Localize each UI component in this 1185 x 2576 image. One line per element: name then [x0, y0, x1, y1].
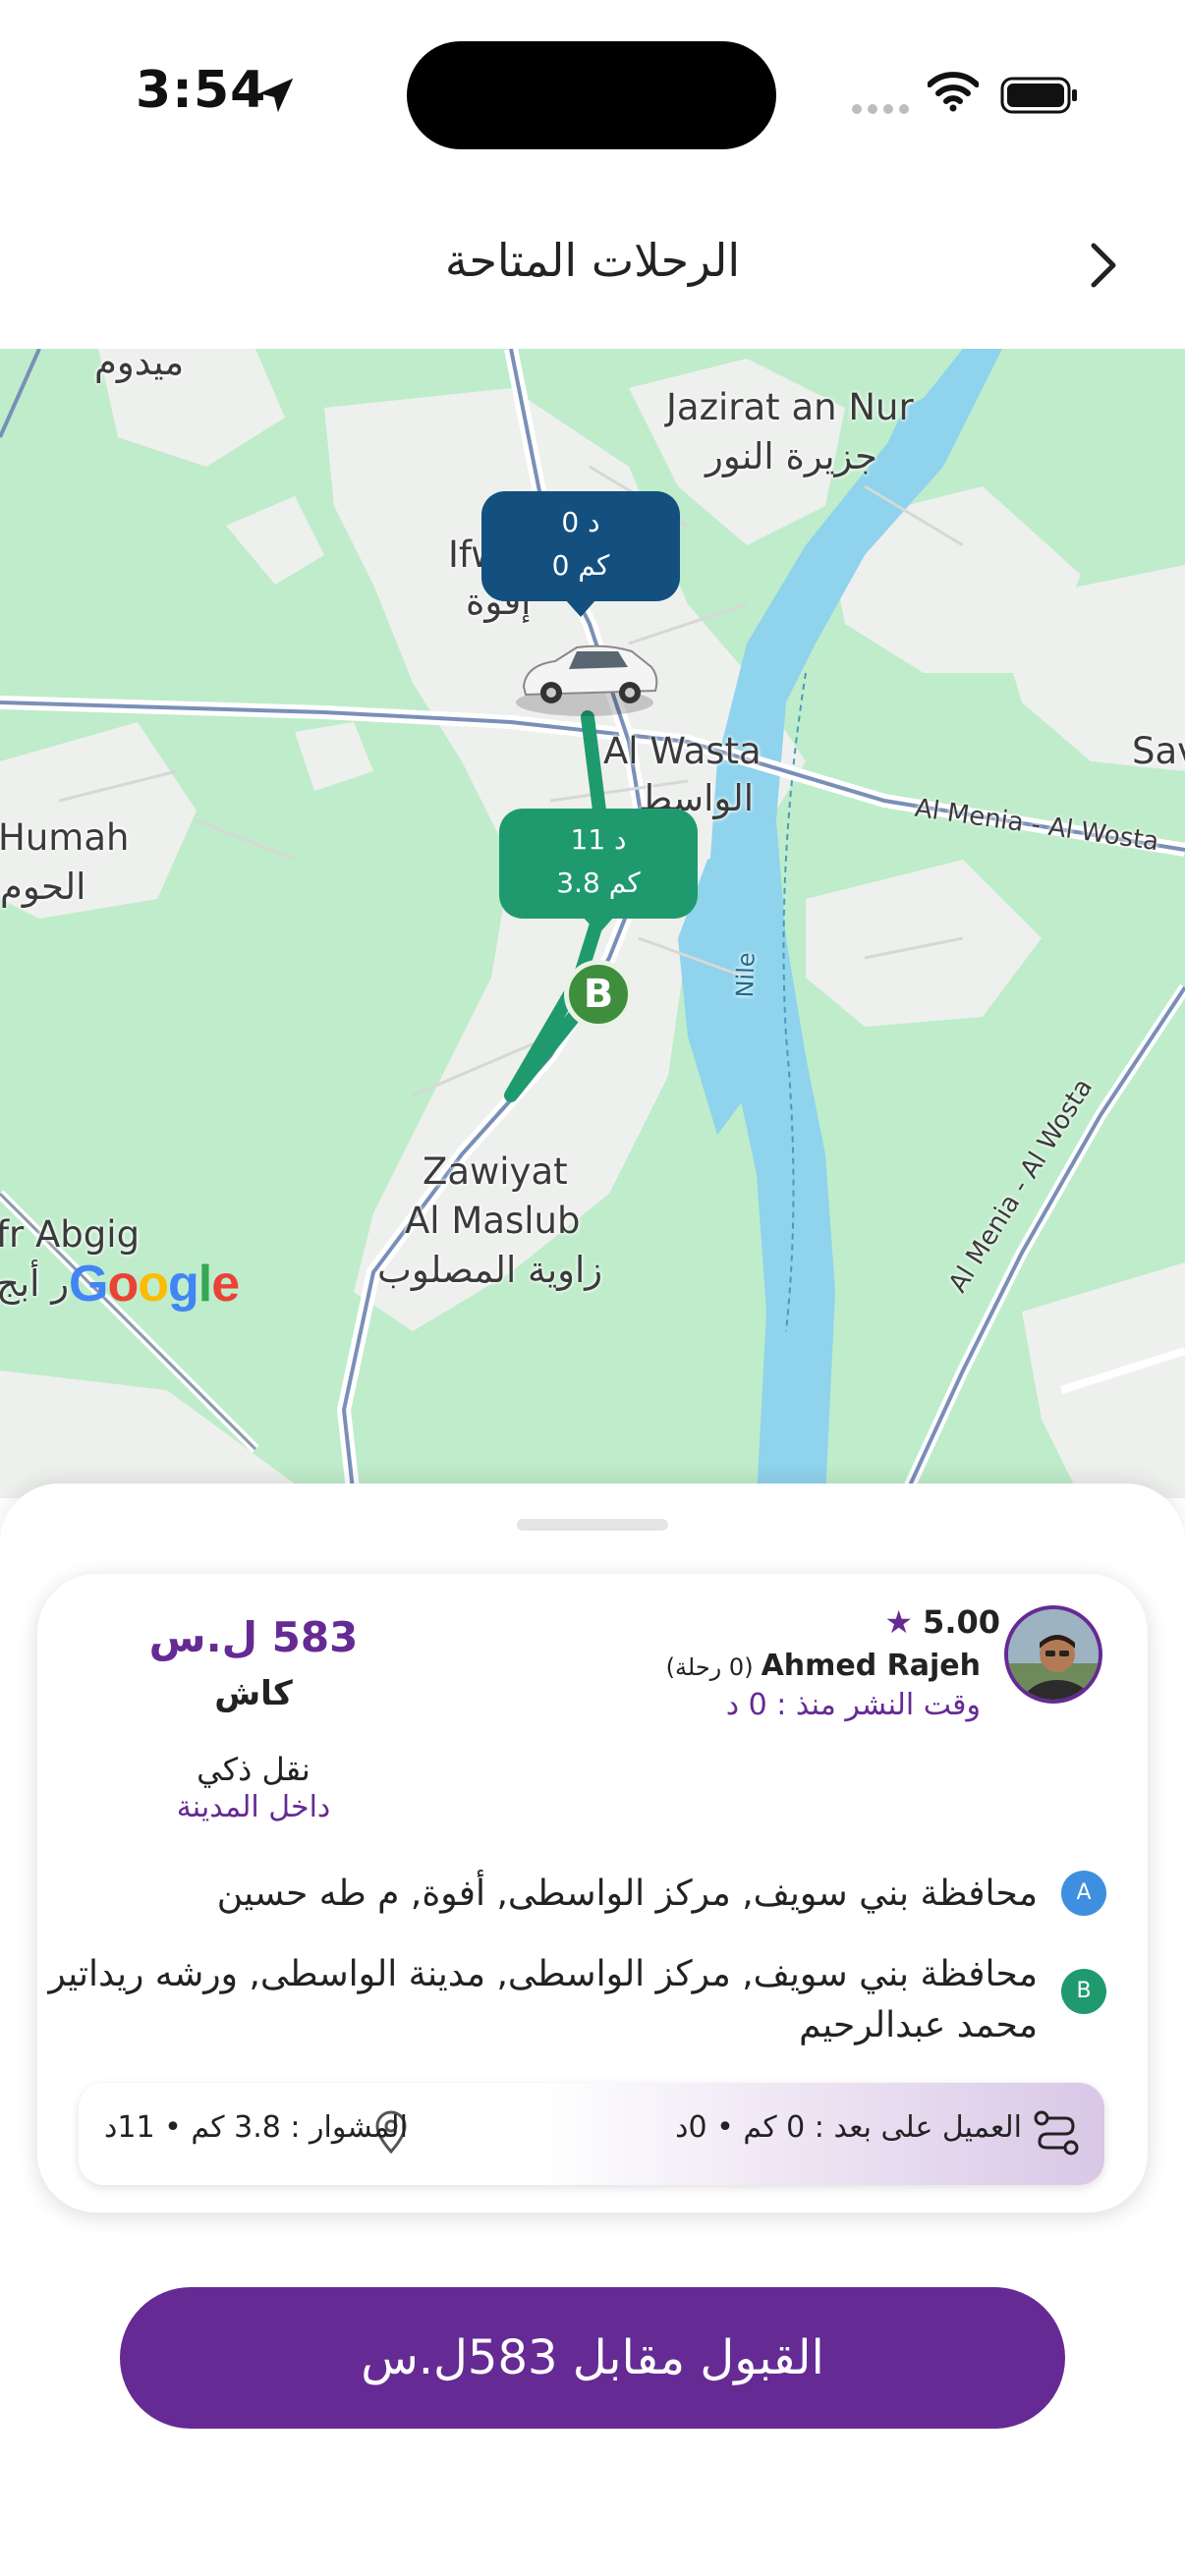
driver-trips-count: (0 رحلة)	[665, 1653, 754, 1681]
trip-distance: المشوار : 3.8 كم • 11د	[104, 2110, 408, 2145]
distance-info-bar: العميل على بعد : 0 كم • 0د المشوار : 3.8…	[79, 2083, 1104, 2185]
driver-eta-distance: 0 كم	[551, 549, 610, 582]
back-button[interactable]	[1077, 236, 1128, 295]
map-label: ر أبج	[0, 1262, 70, 1305]
battery-icon	[1000, 77, 1077, 114]
wifi-icon	[928, 72, 979, 112]
sheet-handle[interactable]	[517, 1519, 668, 1531]
avatar-image	[1008, 1609, 1099, 1700]
accept-button[interactable]: القبول مقابل 583ل.س	[120, 2287, 1065, 2429]
map-label: fr Abgig	[0, 1213, 141, 1256]
driver-eta-time: 0 د	[561, 506, 600, 538]
driver-eta-bubble: 0 د 0 كم	[481, 491, 680, 617]
payment-method: كاش	[214, 1674, 293, 1713]
map-label: جزيرة النور	[705, 435, 877, 477]
dropoff-stop: B محافظة بني سويف, مركز الواسطى, مدينة ا…	[45, 1949, 1106, 2051]
header: الرحلات المتاحة	[0, 187, 1185, 349]
driver-avatar	[1004, 1605, 1102, 1704]
route-icon	[1034, 2110, 1079, 2156]
map-label: Humah	[0, 816, 130, 859]
ride-type: نقل ذكي	[197, 1751, 310, 1788]
rating-value: 5.00	[923, 1603, 1000, 1641]
driver-info: Ahmed Rajeh(0 رحلة)	[666, 1649, 981, 1683]
trip-eta-time: 11 د	[570, 823, 627, 856]
ride-scope: داخل المدينة	[176, 1790, 331, 1824]
map-label: Al Maslub	[405, 1200, 581, 1242]
pickup-stop: A محافظة بني سويف, مركز الواسطى, أفوة, م…	[104, 1869, 1106, 1920]
trip-eta-bubble: 11 د 3.8 كم	[499, 809, 698, 934]
trip-eta-distance: 3.8 كم	[556, 867, 641, 899]
pickup-address: محافظة بني سويف, مركز الواسطى, أفوة, م ط…	[216, 1874, 1038, 1914]
dynamic-island	[407, 41, 776, 149]
bottom-sheet: ★ 5.00 Ahmed Rajeh(0 رحلة) وقت النشر منذ …	[0, 1484, 1185, 2576]
driver-rating: ★ 5.00	[863, 1603, 1000, 1641]
dropoff-address: محافظة بني سويف, مركز الواسطى, مدينة الو…	[48, 1954, 1038, 2045]
trip-card[interactable]: ★ 5.00 Ahmed Rajeh(0 رحلة) وقت النشر منذ …	[37, 1574, 1148, 2212]
map-label: Jazirat an Nur	[666, 386, 914, 428]
chevron-right-icon	[1091, 243, 1116, 288]
star-icon: ★	[884, 1603, 914, 1641]
signal-icon	[852, 104, 909, 114]
status-time: 3:54	[136, 61, 267, 120]
map-label: Al Wasta	[603, 730, 762, 772]
map-label: Nile	[731, 951, 761, 998]
map-label: ميدوم	[94, 349, 185, 383]
driver-name: Ahmed Rajeh	[761, 1649, 981, 1683]
status-bar: 3:54	[0, 0, 1185, 187]
location-arrow-icon	[258, 78, 294, 113]
map-label: الحوم	[0, 866, 86, 908]
dropoff-marker-icon: B	[1061, 1969, 1106, 2014]
google-logo: Google	[69, 1256, 240, 1313]
page-title: الرحلات المتاحة	[444, 234, 741, 287]
map-label: Zawiyat	[423, 1150, 568, 1193]
destination-marker: B	[564, 960, 633, 1029]
client-distance: العميل على بعد : 0 كم • 0د	[675, 2110, 1022, 2145]
trip-price: 583 ل.س	[148, 1613, 359, 1661]
map-label: زاوية المصلوب	[377, 1249, 603, 1291]
map-view[interactable]: ميدوم Jazirat an Nur جزيرة النور Ifw إفو…	[0, 349, 1185, 1498]
posted-time: وقت النشر منذ : 0 د	[725, 1688, 981, 1722]
map-label: Sav	[1132, 730, 1185, 772]
pickup-marker-icon: A	[1061, 1871, 1106, 1916]
